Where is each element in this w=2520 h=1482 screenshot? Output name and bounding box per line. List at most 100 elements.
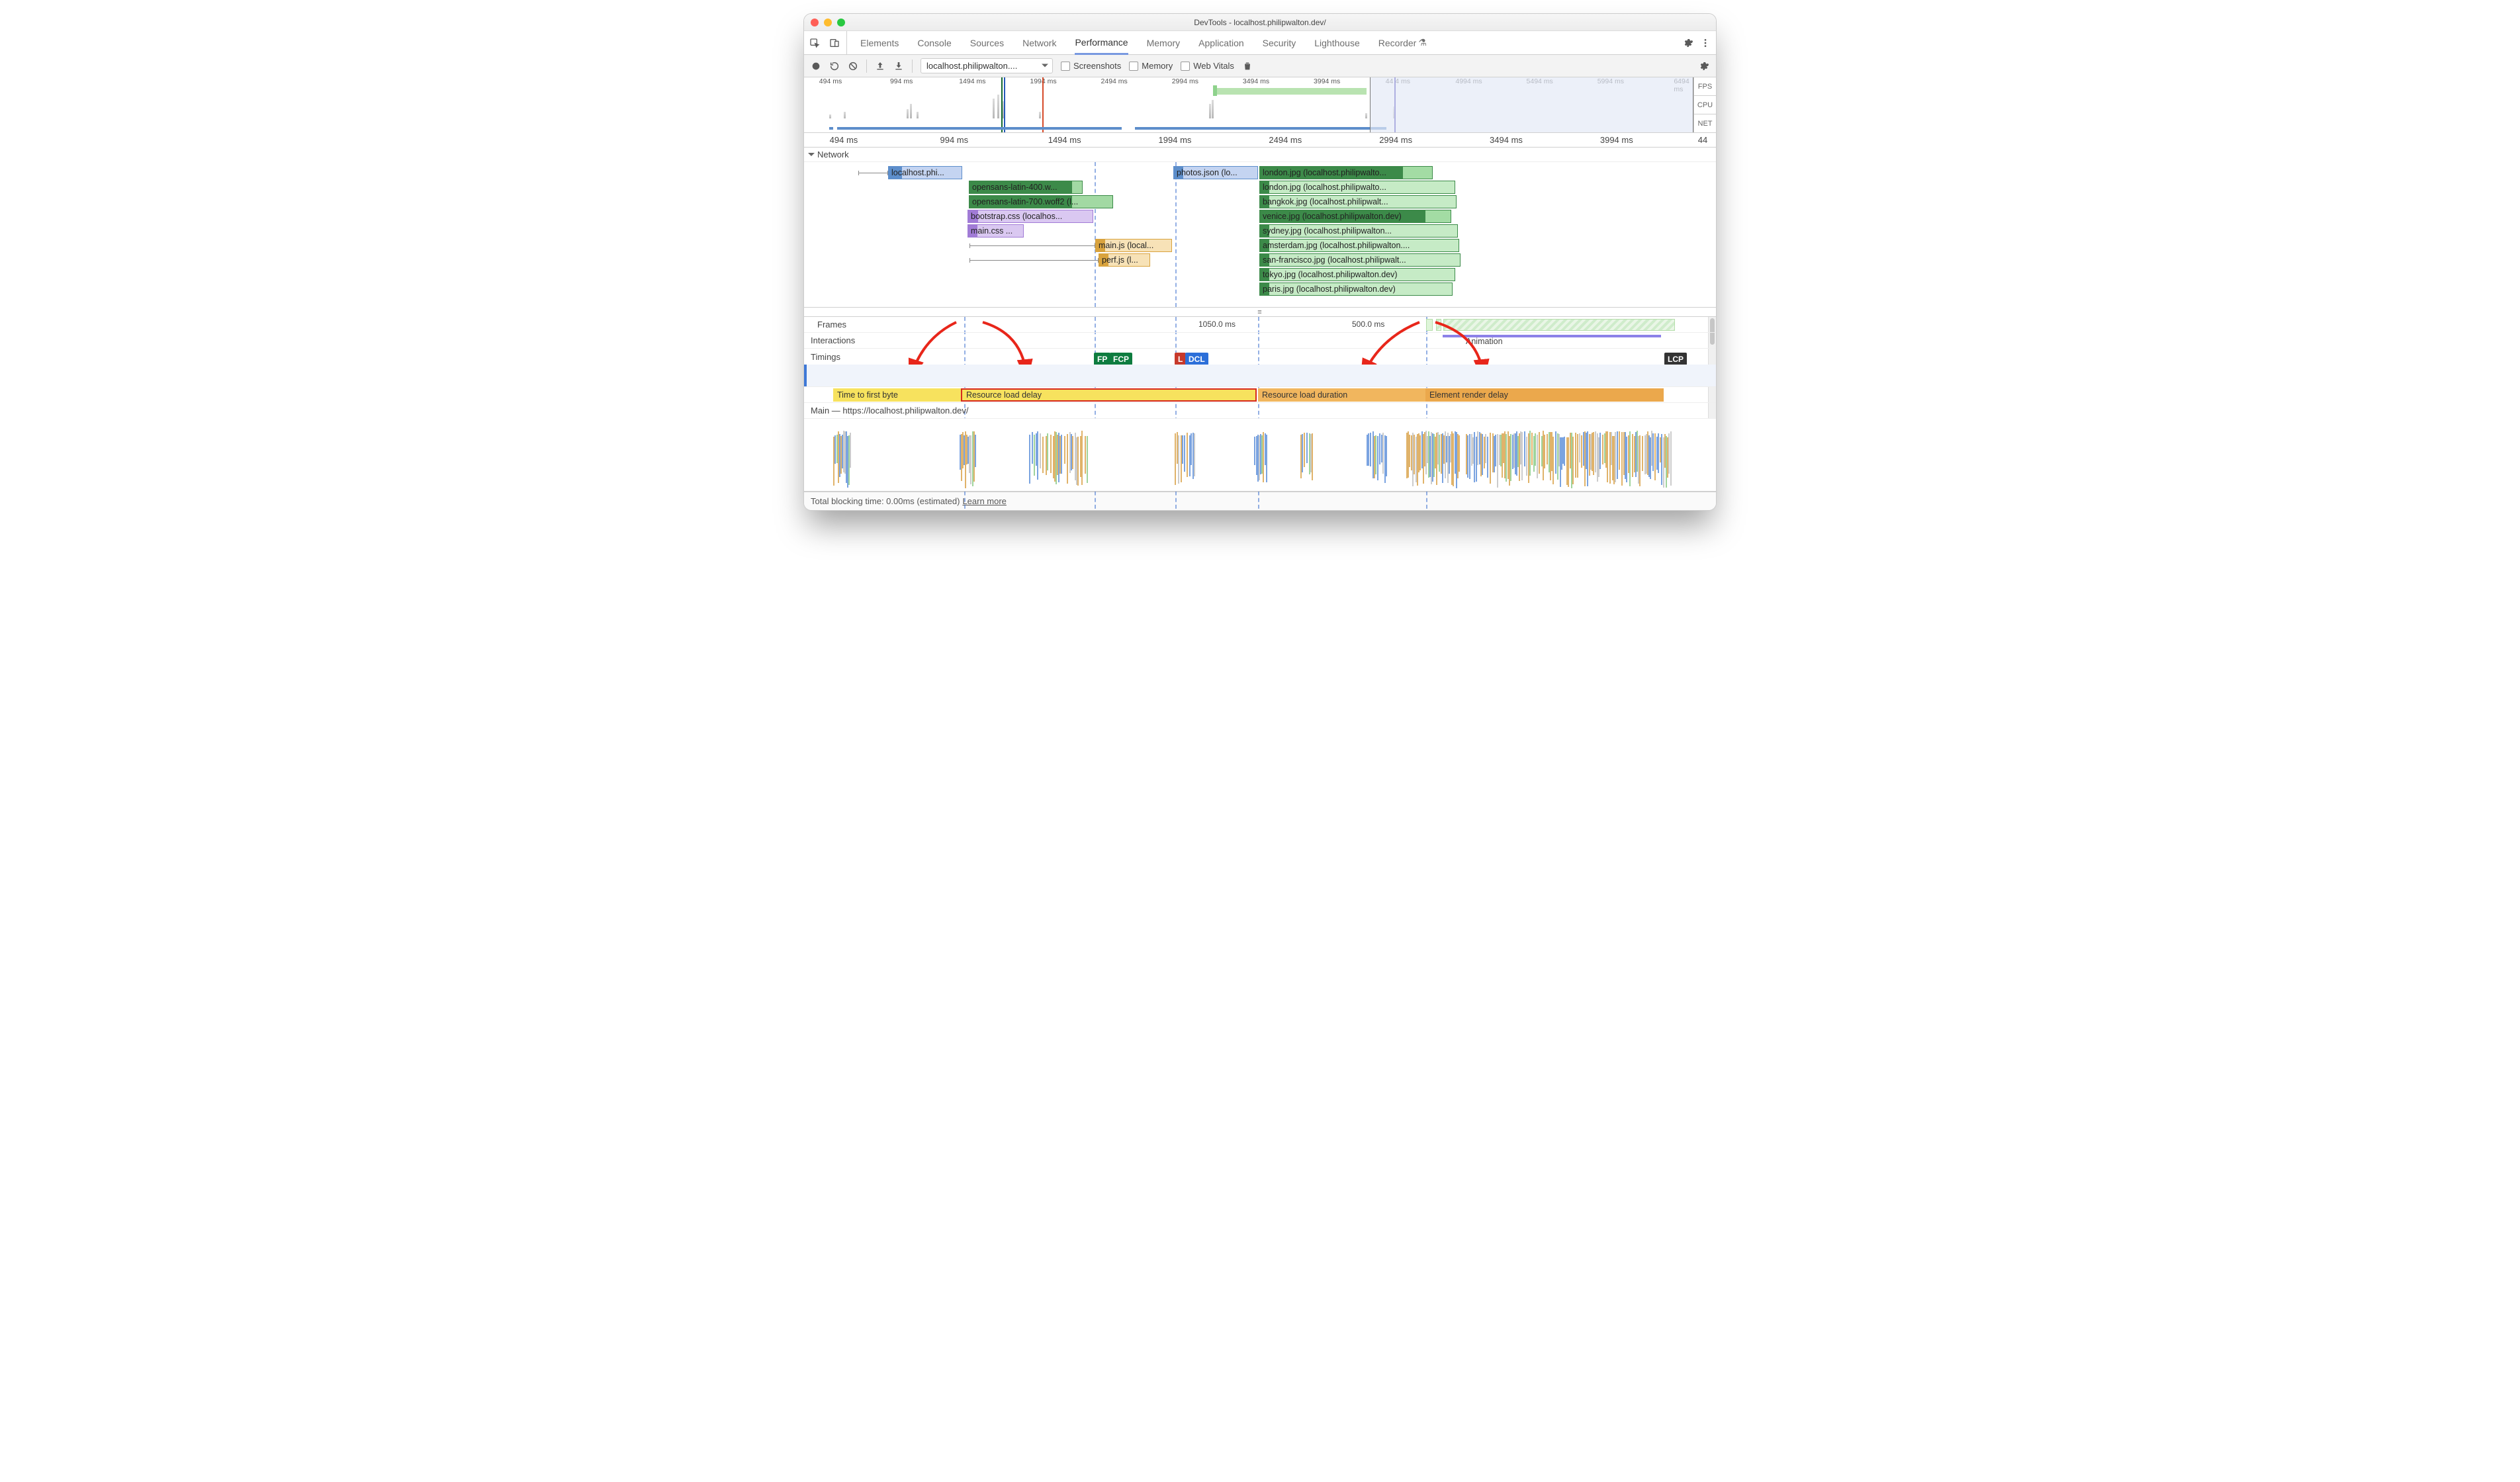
overview-tick: 2494 ms bbox=[1101, 77, 1128, 85]
reload-icon[interactable] bbox=[829, 61, 840, 71]
overview-selection[interactable] bbox=[1370, 77, 1693, 132]
minimize-window-button[interactable] bbox=[824, 19, 832, 26]
detail-ruler[interactable]: 494 ms994 ms1494 ms1994 ms2494 ms2994 ms… bbox=[804, 133, 1716, 148]
tab-console[interactable]: Console bbox=[917, 31, 951, 54]
ruler-tick: 994 ms bbox=[940, 135, 969, 145]
timings-band bbox=[804, 365, 1716, 387]
clear-icon[interactable] bbox=[848, 61, 858, 71]
network-request[interactable]: main.css ... bbox=[968, 224, 1024, 238]
capture-settings-gear-icon[interactable] bbox=[1699, 61, 1709, 71]
timeline-overview[interactable]: 494 ms994 ms1494 ms1994 ms2494 ms2994 ms… bbox=[804, 77, 1716, 133]
resize-handle[interactable]: ≡ bbox=[804, 308, 1716, 317]
tab-performance[interactable]: Performance bbox=[1075, 32, 1128, 55]
ruler-tick: 44 bbox=[1698, 135, 1707, 145]
network-request[interactable]: london.jpg (localhost.philipwalto... bbox=[1259, 181, 1455, 194]
tab-lighthouse[interactable]: Lighthouse bbox=[1314, 31, 1360, 54]
network-request-label: opensans-latin-400.w... bbox=[969, 183, 1060, 192]
network-request[interactable]: opensans-latin-400.w... bbox=[969, 181, 1083, 194]
network-request[interactable]: bootstrap.css (localhos... bbox=[968, 210, 1093, 223]
timings-header[interactable]: Timings FP FCP L DCL LCP bbox=[804, 349, 1716, 365]
overview-tick: 3994 ms bbox=[1314, 77, 1340, 85]
inspect-element-icon[interactable] bbox=[809, 38, 820, 48]
tab-sources[interactable]: Sources bbox=[970, 31, 1004, 54]
network-request-label: photos.json (lo... bbox=[1174, 168, 1240, 177]
fp-badge: FP bbox=[1094, 353, 1110, 365]
network-request[interactable]: opensans-latin-700.woff2 (l... bbox=[969, 195, 1113, 208]
maximize-window-button[interactable] bbox=[837, 19, 845, 26]
network-request[interactable]: amsterdam.jpg (localhost.philipwalton...… bbox=[1259, 239, 1459, 252]
ttfb-segment[interactable]: Time to first byte bbox=[833, 388, 961, 402]
network-request-label: paris.jpg (localhost.philipwalton.dev) bbox=[1260, 284, 1398, 294]
ruler-tick: 1494 ms bbox=[1048, 135, 1081, 145]
network-request-label: main.js (local... bbox=[1096, 241, 1156, 250]
network-request-label: localhost.phi... bbox=[889, 168, 947, 177]
network-request[interactable]: perf.js (l... bbox=[1099, 253, 1150, 267]
overview-tick: 494 ms bbox=[819, 77, 842, 85]
kebab-menu-icon[interactable] bbox=[1700, 38, 1711, 48]
network-request[interactable]: bangkok.jpg (localhost.philipwalt... bbox=[1259, 195, 1457, 208]
panel-tabs: Elements Console Sources Network Performance… bbox=[804, 31, 1716, 55]
status-footer: Total blocking time: 0.00ms (estimated) … bbox=[804, 492, 1716, 510]
network-request-label: london.jpg (localhost.philipwalto... bbox=[1260, 168, 1389, 177]
ruler-tick: 3494 ms bbox=[1490, 135, 1523, 145]
network-request[interactable]: main.js (local... bbox=[1095, 239, 1172, 252]
element-render-delay-segment[interactable]: Element render delay bbox=[1425, 388, 1664, 402]
tab-security[interactable]: Security bbox=[1263, 31, 1296, 54]
network-request-label: main.css ... bbox=[968, 226, 1015, 236]
tab-application[interactable]: Application bbox=[1198, 31, 1244, 54]
flask-icon: ⚗ bbox=[1418, 37, 1427, 48]
tab-recorder[interactable]: Recorder ⚗ bbox=[1378, 31, 1427, 54]
macos-titlebar: DevTools - localhost.philipwalton.dev/ bbox=[804, 14, 1716, 31]
network-request-label: san-francisco.jpg (localhost.philipwalt.… bbox=[1260, 255, 1409, 265]
close-window-button[interactable] bbox=[811, 19, 819, 26]
interactions-track[interactable]: Interactions Animation bbox=[804, 333, 1716, 349]
network-waterfall[interactable]: localhost.phi... opensans-latin-400.w... o… bbox=[804, 162, 1716, 308]
main-track-header[interactable]: Main — https://localhost.philipwalton.de… bbox=[804, 403, 1716, 419]
learn-more-link[interactable]: Learn more bbox=[962, 496, 1006, 506]
web-vitals-checkbox[interactable]: Web Vitals bbox=[1181, 61, 1234, 71]
network-request[interactable]: photos.json (lo... bbox=[1173, 166, 1258, 179]
profile-select[interactable]: localhost.philipwalton.... bbox=[921, 58, 1053, 73]
tab-memory[interactable]: Memory bbox=[1147, 31, 1181, 54]
resource-load-duration-segment[interactable]: Resource load duration bbox=[1258, 388, 1425, 402]
record-icon[interactable] bbox=[811, 61, 821, 71]
device-toolbar-icon[interactable] bbox=[829, 38, 840, 48]
network-request[interactable]: localhost.phi... bbox=[888, 166, 962, 179]
window-title: DevTools - localhost.philipwalton.dev/ bbox=[804, 18, 1716, 27]
blocking-time-text: Total blocking time: 0.00ms (estimated) bbox=[811, 496, 960, 506]
upload-icon[interactable] bbox=[875, 61, 885, 71]
lcp-badge: LCP bbox=[1664, 353, 1687, 365]
network-request[interactable]: sydney.jpg (localhost.philipwalton... bbox=[1259, 224, 1458, 238]
memory-checkbox[interactable]: Memory bbox=[1129, 61, 1173, 71]
main-flamegraph[interactable] bbox=[804, 419, 1716, 492]
network-request-label: opensans-latin-700.woff2 (l... bbox=[969, 197, 1081, 206]
screenshots-checkbox[interactable]: Screenshots bbox=[1061, 61, 1121, 71]
download-icon[interactable] bbox=[893, 61, 904, 71]
network-panel-title: Network bbox=[817, 150, 849, 159]
network-panel-header[interactable]: Network bbox=[804, 148, 1716, 162]
overview-axis-labels: FPS CPU NET bbox=[1693, 77, 1716, 132]
network-request[interactable]: venice.jpg (localhost.philipwalton.dev) bbox=[1259, 210, 1451, 223]
screenshots-label: Screenshots bbox=[1073, 61, 1121, 71]
dcl-badge: DCL bbox=[1185, 353, 1208, 365]
trash-icon[interactable] bbox=[1242, 61, 1253, 71]
network-request[interactable]: paris.jpg (localhost.philipwalton.dev) bbox=[1259, 283, 1453, 296]
frames-track[interactable]: Frames 1050.0 ms 500.0 ms bbox=[804, 317, 1716, 333]
ruler-tick: 3994 ms bbox=[1600, 135, 1633, 145]
user-timing-row[interactable]: Time to first byte Resource load delay R… bbox=[804, 387, 1716, 403]
network-request-label: london.jpg (localhost.philipwalto... bbox=[1260, 183, 1389, 192]
ruler-tick: 1994 ms bbox=[1159, 135, 1192, 145]
network-request[interactable]: san-francisco.jpg (localhost.philipwalt.… bbox=[1259, 253, 1461, 267]
overview-tick: 1494 ms bbox=[959, 77, 985, 85]
network-request-label: tokyo.jpg (localhost.philipwalton.dev) bbox=[1260, 270, 1400, 279]
network-request[interactable]: london.jpg (localhost.philipwalto... bbox=[1259, 166, 1433, 179]
frame-duration-2: 500.0 ms bbox=[1352, 320, 1384, 329]
tab-elements[interactable]: Elements bbox=[860, 31, 899, 54]
overview-tick: 2994 ms bbox=[1172, 77, 1198, 85]
network-request-label: bangkok.jpg (localhost.philipwalt... bbox=[1260, 197, 1391, 206]
tab-network[interactable]: Network bbox=[1022, 31, 1056, 54]
settings-gear-icon[interactable] bbox=[1683, 38, 1693, 48]
resource-load-delay-segment[interactable]: Resource load delay bbox=[961, 388, 1257, 402]
performance-toolbar: localhost.philipwalton.... Screenshots M… bbox=[804, 55, 1716, 77]
network-request[interactable]: tokyo.jpg (localhost.philipwalton.dev) bbox=[1259, 268, 1455, 281]
